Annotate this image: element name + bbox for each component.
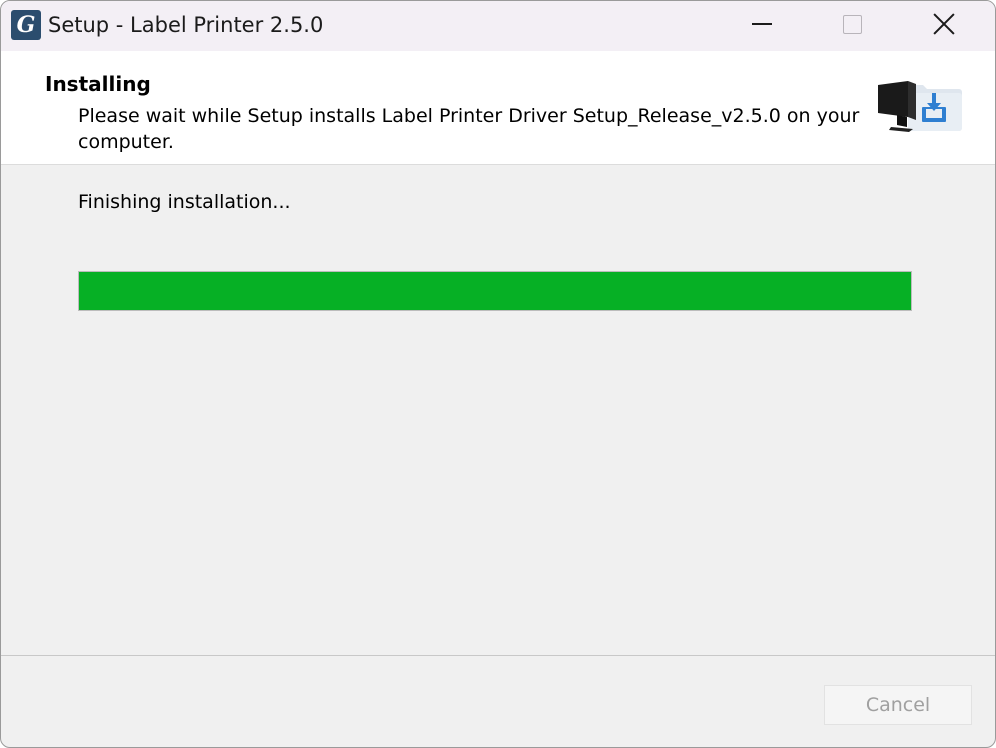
window-title: Setup - Label Printer 2.5.0 xyxy=(48,13,324,37)
setup-window: G Setup - Label Printer 2.5.0 Installing… xyxy=(0,0,996,748)
maximize-icon xyxy=(842,14,862,34)
wizard-header: Installing Please wait while Setup insta… xyxy=(1,51,995,165)
install-monitor-folder-icon xyxy=(878,81,962,132)
install-status: Finishing installation... xyxy=(78,191,291,213)
page-title: Installing xyxy=(45,72,151,96)
close-icon xyxy=(932,12,956,36)
install-progress-bar xyxy=(78,271,912,311)
page-description: Please wait while Setup installs Label P… xyxy=(78,105,860,153)
setup-app-icon: G xyxy=(11,10,41,40)
progress-fill xyxy=(79,272,911,310)
maximize-button xyxy=(805,1,899,47)
minimize-icon xyxy=(752,23,772,25)
minimize-button[interactable] xyxy=(715,1,809,47)
close-button[interactable] xyxy=(897,1,991,47)
cancel-button[interactable]: Cancel xyxy=(824,685,972,725)
footer-divider xyxy=(1,655,995,656)
title-bar[interactable]: G Setup - Label Printer 2.5.0 xyxy=(1,1,995,51)
